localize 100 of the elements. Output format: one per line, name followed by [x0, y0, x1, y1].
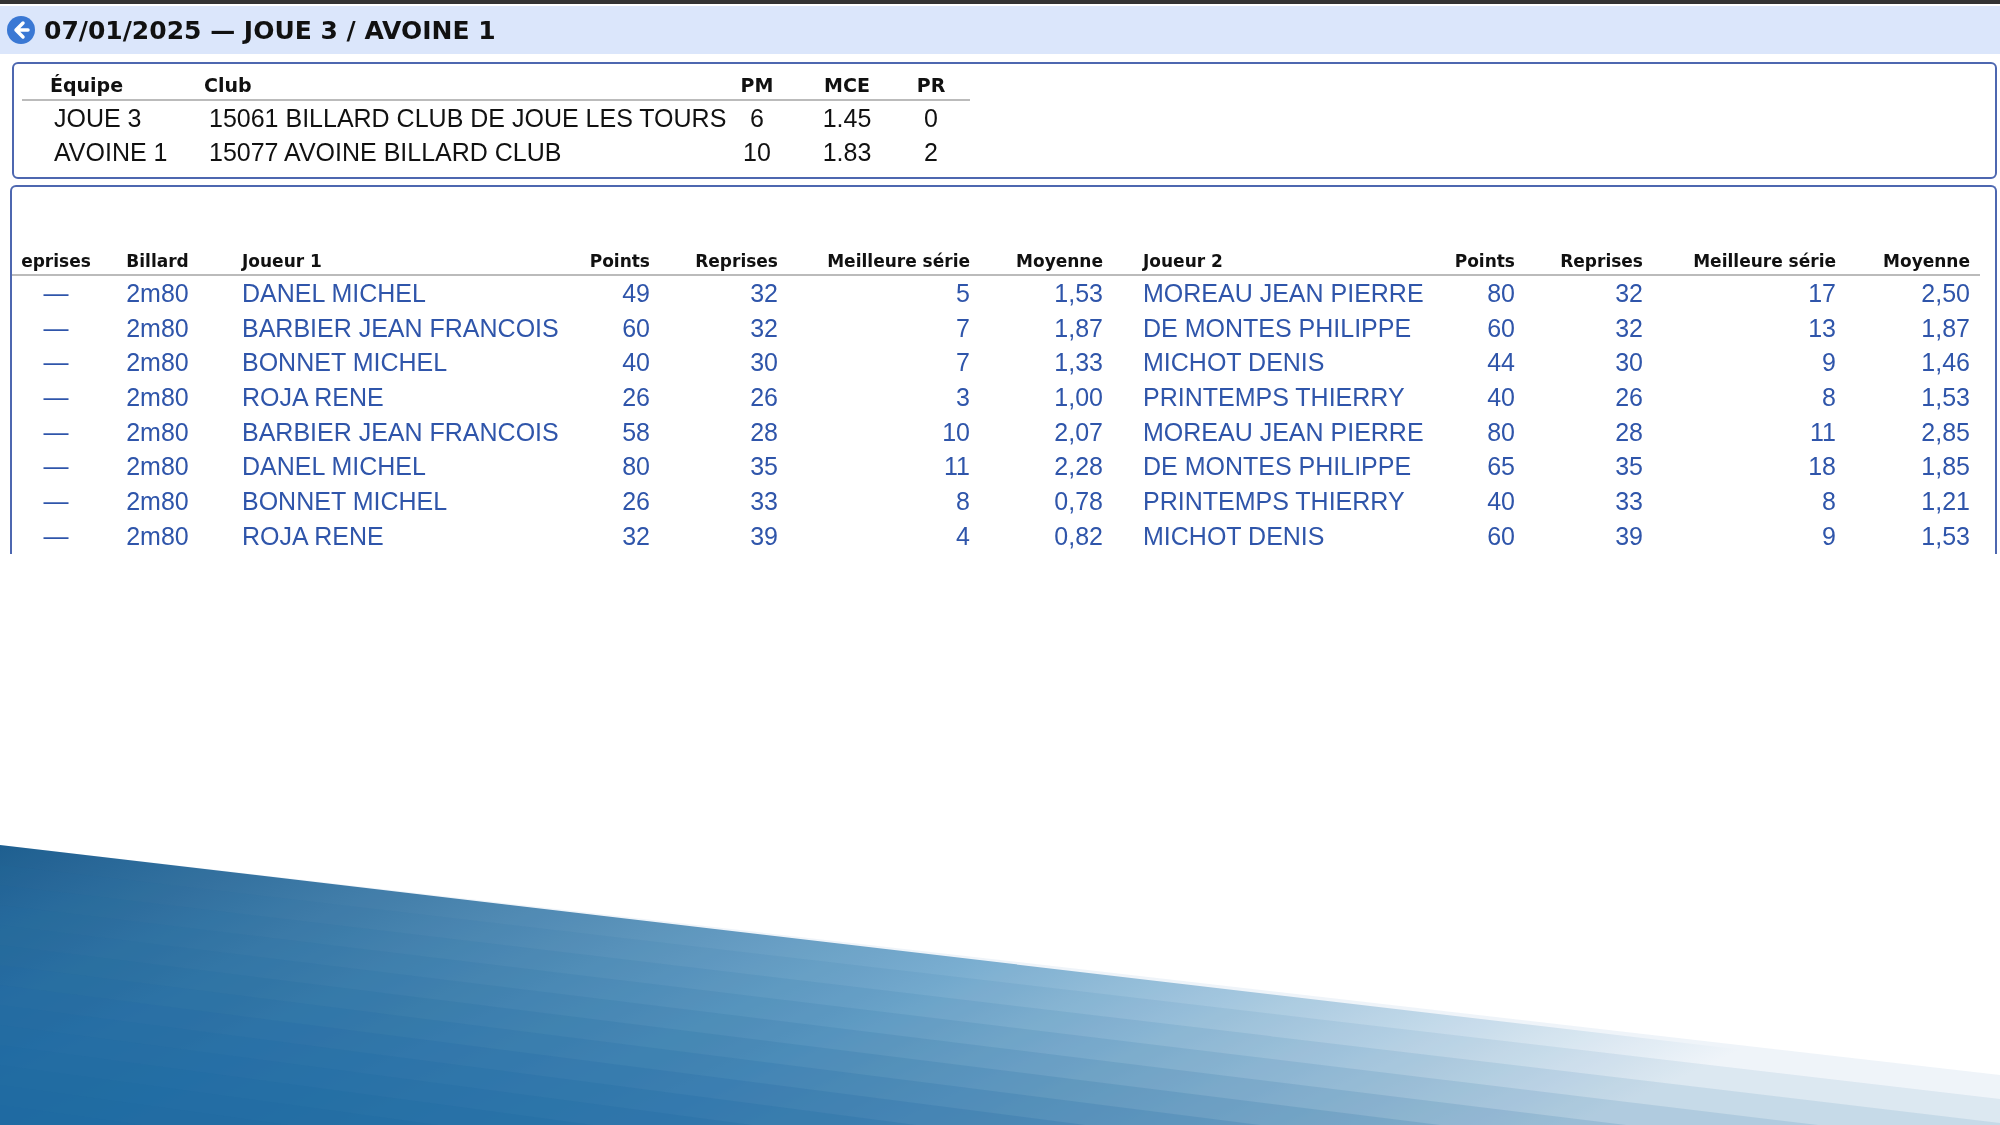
page-title: 07/01/2025 — JOUE 3 / AVOINE 1 [44, 15, 496, 45]
table-cell-text: 30 [749, 347, 779, 379]
table-cell-text: 13 [1807, 312, 1837, 344]
table-cell-text: 58 [621, 416, 651, 448]
table-cell-text: 4 [955, 520, 971, 552]
table-cell-text: 30 [1614, 347, 1644, 379]
column-header: eprises [12, 247, 110, 276]
player-name: DANEL MICHEL [241, 451, 427, 483]
table-cell-text: 2,50 [1920, 278, 1971, 309]
column-header: MCE [802, 70, 902, 101]
table-cell-text: 2m80 [125, 416, 190, 448]
column-header: Joueur 1 [215, 247, 570, 276]
table-cell-text: 8 [955, 486, 971, 518]
table-cell-text: 40 [1486, 382, 1516, 414]
table-cell-text: 1,53 [1920, 382, 1971, 414]
table-cell-text: 8 [1821, 382, 1837, 414]
table-cell-text: 10 [742, 137, 772, 168]
table-cell-text: 0 [923, 103, 939, 134]
table-cell-text: 2,07 [1053, 416, 1104, 448]
table-cell-text: — [42, 486, 70, 518]
table-cell-text: — [42, 312, 70, 344]
column-header: Moyenne [1846, 247, 1980, 276]
table-cell-text: 35 [749, 451, 779, 483]
table-cell-text: 26 [749, 382, 779, 414]
column-header: Joueur 2 [1113, 247, 1430, 276]
table-cell-text: 0,82 [1053, 520, 1104, 552]
table-cell-text: 1,00 [1053, 382, 1104, 414]
table-cell-text: 11 [1809, 416, 1837, 448]
table-cell-text: 2m80 [125, 520, 190, 552]
table-cell-text: 65 [1486, 451, 1516, 483]
table-cell-text: 32 [621, 520, 651, 552]
table-cell-text: 2m80 [125, 278, 190, 309]
column-header: Reprises [1525, 247, 1653, 276]
player-name: DANEL MICHEL [241, 278, 427, 309]
column-header: Billard [110, 247, 215, 276]
table-cell-text: — [42, 451, 70, 483]
table-cell-text: 2m80 [125, 486, 190, 518]
table-cell-text: 1,85 [1920, 451, 1971, 483]
table-cell-text: — [42, 416, 70, 448]
table-cell-text: 0,78 [1053, 486, 1104, 518]
player-name: BARBIER JEAN FRANCOIS [241, 416, 560, 448]
table-cell-text: 7 [955, 347, 971, 379]
column-header: Points [570, 247, 660, 276]
table-cell-text: 35 [1614, 451, 1644, 483]
table-cell-text: 1.83 [821, 137, 873, 168]
table-cell-text: JOUE 3 [53, 103, 143, 134]
column-header: Meilleure série [788, 247, 980, 276]
table-cell-text: 33 [1614, 486, 1644, 518]
player-name: MOREAU JEAN PIERRE [1142, 416, 1425, 448]
table-cell-text: 17 [1807, 278, 1837, 309]
player-name: DE MONTES PHILIPPE [1142, 451, 1413, 483]
table-cell-text: 28 [749, 416, 779, 448]
table-cell-text: 1,53 [1053, 278, 1104, 309]
player-name: BONNET MICHEL [241, 347, 449, 379]
table-cell-text: 44 [1486, 347, 1516, 379]
table-cell-text: — [42, 347, 70, 379]
table-cell-text: 11 [943, 451, 971, 483]
column-header: Points [1430, 247, 1525, 276]
table-cell-text: 26 [621, 382, 651, 414]
table-cell-text: AVOINE 1 [53, 137, 169, 168]
table-cell-text: 60 [1486, 520, 1516, 552]
column-header: Moyenne [980, 247, 1113, 276]
player-name: ROJA RENE [241, 382, 385, 414]
table-cell-text: 10 [941, 416, 971, 448]
table-cell-text: 32 [749, 312, 779, 344]
table-cell-text: 2 [923, 137, 939, 168]
player-name: PRINTEMPS THIERRY [1142, 382, 1406, 414]
table-cell-text: 80 [1486, 416, 1516, 448]
table-cell-text: 32 [1614, 312, 1644, 344]
table-cell-text: 1,87 [1053, 312, 1104, 344]
table-cell-text: 39 [1614, 520, 1644, 552]
table-cell-text: 60 [1486, 312, 1516, 344]
table-cell-text: 39 [749, 520, 779, 552]
table-cell-text: 28 [1614, 416, 1644, 448]
table-cell-text: 9 [1821, 520, 1837, 552]
table-cell-text: 60 [621, 312, 651, 344]
table-cell-text: 1,53 [1920, 520, 1971, 552]
table-cell-text: 9 [1821, 347, 1837, 379]
table-cell-text: — [42, 278, 70, 309]
table-cell-text: — [42, 520, 70, 552]
table-cell-text: 32 [1614, 278, 1644, 309]
table-cell-text: 33 [749, 486, 779, 518]
table-cell-text: 15077 AVOINE BILLARD CLUB [208, 137, 563, 168]
player-name: MICHOT DENIS [1142, 347, 1326, 379]
table-cell-text: 6 [749, 103, 765, 134]
table-cell-text: 2,28 [1053, 451, 1104, 483]
table-cell-text: 1,33 [1053, 347, 1104, 379]
table-cell-text: 26 [621, 486, 651, 518]
table-cell-text: 2m80 [125, 312, 190, 344]
table-cell-text: 1,87 [1920, 312, 1971, 344]
table-cell-text: 2m80 [125, 382, 190, 414]
table-cell-text: 1,46 [1920, 347, 1971, 379]
table-cell-text: 49 [621, 278, 651, 309]
table-cell-text: 5 [955, 278, 971, 309]
table-cell-text: 32 [749, 278, 779, 309]
table-cell-text: 1.45 [821, 103, 873, 134]
table-cell-text: 26 [1614, 382, 1644, 414]
column-header: PR [902, 70, 970, 101]
table-cell-text: 80 [1486, 278, 1516, 309]
table-cell-text: 18 [1807, 451, 1837, 483]
